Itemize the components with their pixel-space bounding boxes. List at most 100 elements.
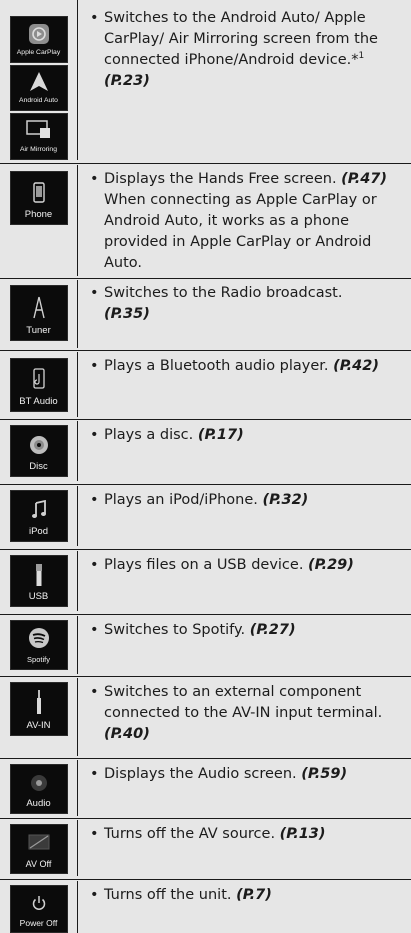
tile-label: BT Audio	[19, 396, 58, 407]
icon-column: Power Off	[0, 881, 78, 933]
source-row-spotify: Spotify • Switches to Spotify. (P.27)	[0, 616, 411, 674]
apple-carplay-tile: Apple CarPlay	[9, 16, 68, 63]
description: Turns off the AV source. (P.13)	[104, 824, 401, 876]
source-row-power-off: Power Off • Turns off the unit. (P.7)	[0, 881, 411, 933]
phone-icon	[32, 182, 45, 203]
page-reference: (P.17)	[197, 427, 244, 443]
source-row-usb: USB • Plays files on a USB device. (P.29…	[0, 551, 411, 611]
tuner-tile: Tuner	[9, 285, 68, 341]
tile-label: Apple CarPlay	[16, 48, 61, 56]
spotify-tile: Spotify	[9, 620, 68, 670]
usb-icon	[35, 564, 42, 586]
description: Plays an iPod/iPhone. (P.32)	[104, 490, 401, 546]
source-list-table: Apple CarPlay Android Auto Air Mirroring…	[0, 0, 411, 933]
page-reference: (P.13)	[279, 826, 326, 842]
description: Displays the Audio screen. (P.59)	[104, 764, 401, 816]
description-text: Switches to an external component connec…	[104, 684, 383, 721]
icon-column: Apple CarPlay Android Auto Air Mirroring	[0, 0, 78, 161]
music-note-icon	[31, 500, 46, 518]
tile-label: iPod	[28, 526, 48, 537]
bluetooth-audio-icon	[32, 368, 45, 389]
description-text: Displays the Audio screen.	[104, 766, 297, 782]
description-cell: • Plays files on a USB device. (P.29)	[78, 551, 411, 611]
page-reference: (P.23)	[104, 73, 150, 89]
description: Switches to the Android Auto/ Apple CarP…	[104, 8, 401, 160]
page-reference: (P.29)	[308, 557, 354, 573]
power-icon	[32, 896, 45, 910]
description-text: Turns off the unit.	[104, 887, 232, 903]
description-cell: • Plays a disc. (P.17)	[78, 421, 411, 481]
bullet: •	[90, 557, 99, 573]
row-divider	[0, 549, 411, 550]
icon-column: BT Audio	[0, 352, 78, 417]
bullet: •	[90, 285, 99, 301]
row-divider	[0, 484, 411, 485]
icon-column: Phone	[0, 165, 78, 276]
description-cell: • Plays an iPod/iPhone. (P.32)	[78, 486, 411, 546]
description: Displays the Hands Free screen. (P.47) W…	[104, 169, 401, 276]
description: Switches to the Radio broadcast. (P.35)	[104, 283, 401, 348]
power-off-tile: Power Off	[9, 885, 68, 933]
description: Switches to an external component connec…	[104, 682, 401, 756]
source-row-ipod: iPod • Plays an iPod/iPhone. (P.32)	[0, 486, 411, 546]
tile-label: Audio	[26, 798, 51, 809]
air-mirroring-icon	[25, 120, 50, 139]
bullet: •	[90, 427, 99, 443]
row-divider	[0, 818, 411, 819]
description-text: Plays an iPod/iPhone.	[104, 492, 258, 508]
tile-label: Disc	[29, 461, 48, 472]
description: Plays a disc. (P.17)	[104, 425, 401, 481]
description-cell: • Switches to Spotify. (P.27)	[78, 616, 411, 674]
page-reference: (P.59)	[301, 766, 348, 782]
tile-label: USB	[28, 591, 49, 602]
audio-tile: Audio	[9, 764, 68, 814]
tile-label: Spotify	[27, 655, 50, 664]
android-auto-tile: Android Auto	[9, 64, 68, 112]
description-cell: • Plays a Bluetooth audio player. (P.42)	[78, 352, 411, 417]
bullet: •	[90, 492, 99, 508]
page-reference: (P.32)	[262, 492, 309, 508]
row-divider	[0, 350, 411, 351]
description-text: Turns off the AV source.	[104, 826, 276, 842]
page-reference: (P.42)	[333, 358, 379, 374]
audio-icon	[30, 775, 47, 791]
description: Turns off the unit. (P.7)	[104, 885, 401, 933]
description-cell: • Turns off the unit. (P.7)	[78, 881, 411, 933]
description-note: When connecting as Apple CarPlay or Andr…	[104, 192, 377, 271]
tile-label: Android Auto	[19, 97, 58, 105]
icon-column: Tuner	[0, 280, 78, 348]
tile-label: AV-IN	[26, 720, 51, 731]
disc-tile: Disc	[9, 425, 68, 477]
tile-label: Air Mirroring	[19, 146, 57, 154]
source-row-mirroring: Apple CarPlay Android Auto Air Mirroring…	[0, 0, 411, 161]
tuner-icon	[32, 296, 45, 319]
source-row-phone: Phone • Displays the Hands Free screen. …	[0, 165, 411, 276]
description-cell: • Displays the Hands Free screen. (P.47)…	[78, 165, 411, 276]
description-text: Plays files on a USB device.	[104, 557, 304, 573]
tile-label: Phone	[24, 209, 53, 220]
description-text: Plays a Bluetooth audio player.	[104, 358, 329, 374]
bullet: •	[90, 887, 99, 903]
icon-column: Disc	[0, 421, 78, 481]
icon-column: USB	[0, 551, 78, 611]
bullet: •	[90, 684, 99, 700]
description-cell: • Displays the Audio screen. (P.59)	[78, 760, 411, 816]
page-reference: (P.47)	[341, 171, 388, 187]
spotify-icon	[28, 628, 49, 648]
usb-tile: USB	[9, 555, 68, 607]
description-cell: • Switches to the Android Auto/ Apple Ca…	[78, 0, 411, 160]
description-cell: • Switches to an external component conn…	[78, 678, 411, 756]
bullet: •	[90, 10, 99, 26]
source-row-av-in: AV-IN • Switches to an external componen…	[0, 678, 411, 756]
page-reference: (P.7)	[236, 887, 272, 903]
disc-icon	[29, 436, 48, 454]
row-divider	[0, 758, 411, 759]
icon-column: Spotify	[0, 616, 78, 674]
tile-label: Power Off	[19, 918, 58, 928]
description-text: Plays a disc.	[104, 427, 194, 443]
source-row-tuner: Tuner • Switches to the Radio broadcast.…	[0, 280, 411, 348]
bt-audio-tile: BT Audio	[9, 358, 68, 412]
air-mirroring-tile: Air Mirroring	[9, 113, 68, 161]
ipod-tile: iPod	[9, 490, 68, 542]
row-divider	[0, 278, 411, 279]
